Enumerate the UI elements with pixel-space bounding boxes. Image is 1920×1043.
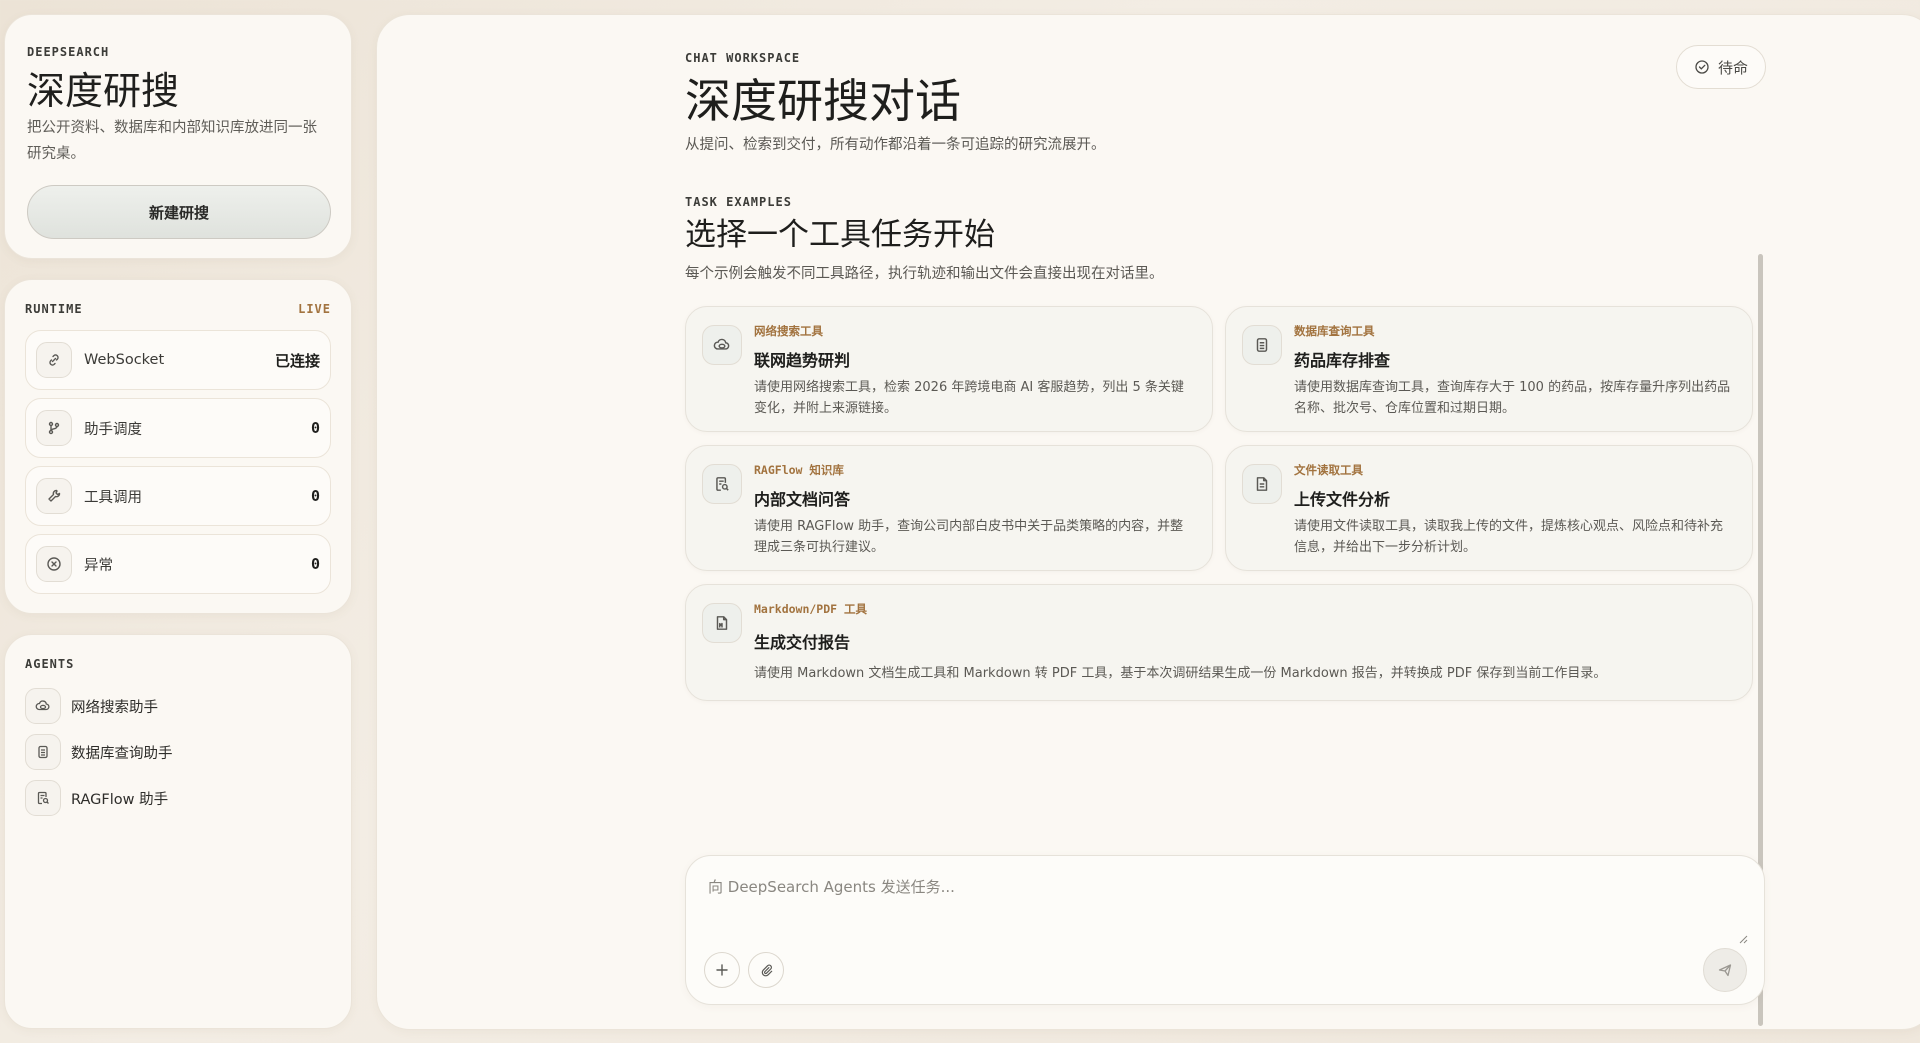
database-icon [1242,325,1282,365]
task-name: 生成交付报告 [754,633,851,652]
attach-button[interactable] [748,952,784,988]
error-circle-icon [36,546,72,582]
stat-label: 助手调度 [84,421,142,438]
agent-ragflow[interactable]: RAGFlow 助手 [25,775,331,821]
tasks-eyebrow: TASK EXAMPLES [685,195,792,209]
agent-label: RAGFlow 助手 [71,791,169,808]
agent-label: 网络搜索助手 [71,699,158,716]
task-name: 联网趋势研判 [754,351,851,370]
task-description: 请使用数据库查询工具，查询库存大于 100 的药品，按库存量升序列出药品名称、批… [1294,380,1731,416]
task-description: 请使用文件读取工具，读取我上传的文件，提炼核心观点、风险点和待补充信息，并给出下… [1294,519,1724,555]
resize-handle-icon[interactable] [1738,934,1748,944]
task-tool-label: 网络搜索工具 [754,324,823,338]
link-icon [36,342,72,378]
stat-value: 0 [310,419,320,437]
tasks-subtitle: 每个示例会触发不同工具路径，执行轨迹和输出文件会直接出现在对话里。 [685,266,1164,282]
workspace-eyebrow: CHAT WORKSPACE [685,51,801,65]
stat-label: 异常 [84,557,113,574]
stat-label: WebSocket [84,352,165,368]
task-description: 请使用 Markdown 文档生成工具和 Markdown 转 PDF 工具，基… [754,666,1607,681]
task-name: 药品库存排查 [1294,351,1391,370]
brand-panel: DEEPSEARCH 深度研搜 把公开资料、数据库和内部知识库放进同一张研究桌。… [4,14,352,259]
stat-value: 0 [310,487,320,505]
check-circle-icon [1695,60,1709,74]
file-text-icon [1242,464,1282,504]
runtime-panel: RUNTIME LIVE WebSocket 已连接 助手调度 0 工具调用 0… [4,279,352,614]
database-icon [25,734,61,770]
new-search-button[interactable]: 新建研搜 [27,185,331,239]
task-description: 请使用网络搜索工具，检索 2026 年跨境电商 AI 客服趋势，列出 5 条关键… [754,380,1184,416]
brand-eyebrow: DEEPSEARCH [27,45,110,59]
document-search-icon [25,780,61,816]
task-name: 内部文档问答 [754,490,851,509]
task-card-internal-docs[interactable]: RAGFlow 知识库 内部文档问答 请使用 RAGFlow 助手，查询公司内部… [685,445,1213,571]
agent-web-search[interactable]: 网络搜索助手 [25,683,331,729]
workspace-title: 深度研搜对话 [685,74,961,128]
runtime-eyebrow: RUNTIME [25,302,83,316]
task-tool-label: RAGFlow 知识库 [754,463,844,477]
workspace-subtitle: 从提问、检索到交付，所有动作都沿着一条可追踪的研究流展开。 [685,137,1106,153]
stat-value: 已连接 [274,351,320,370]
task-description: 请使用 RAGFlow 助手，查询公司内部白皮书中关于品类策略的内容，并整理成三… [754,519,1184,555]
stat-value: 0 [310,555,320,573]
tasks-title: 选择一个工具任务开始 [685,217,995,253]
task-card-inventory[interactable]: 数据库查询工具 药品库存排查 请使用数据库查询工具，查询库存大于 100 的药品… [1225,306,1753,432]
stat-websocket: WebSocket 已连接 [25,330,331,390]
task-card-file-analysis[interactable]: 文件读取工具 上传文件分析 请使用文件读取工具，读取我上传的文件，提炼核心观点、… [1225,445,1753,571]
stat-label: 工具调用 [84,489,142,506]
paperclip-icon [761,964,772,976]
send-button[interactable] [1703,948,1747,992]
message-composer [685,855,1765,1005]
cloud-globe-icon [25,688,61,724]
add-button[interactable] [704,952,740,988]
live-badge: LIVE [298,302,331,316]
task-tool-label: 数据库查询工具 [1294,324,1375,338]
plus-icon [716,964,728,976]
task-tool-label: Markdown/PDF 工具 [754,602,868,616]
agent-database[interactable]: 数据库查询助手 [25,729,331,775]
document-search-icon [702,464,742,504]
agents-eyebrow: AGENTS [25,657,75,671]
task-tool-label: 文件读取工具 [1294,463,1363,477]
status-pill[interactable]: 待命 [1676,45,1766,89]
message-input[interactable] [708,876,1738,946]
stat-tool-calls: 工具调用 0 [25,466,331,526]
markdown-file-icon [702,603,742,643]
status-text: 待命 [1717,58,1748,77]
agents-panel: AGENTS 网络搜索助手 数据库查询助手 RAGFlow 助手 [4,634,352,1029]
task-name: 上传文件分析 [1294,490,1391,509]
send-icon [1718,964,1732,977]
stat-dispatch: 助手调度 0 [25,398,331,458]
brand-title: 深度研搜 [27,69,180,113]
task-card-web-trends[interactable]: 网络搜索工具 联网趋势研判 请使用网络搜索工具，检索 2026 年跨境电商 AI… [685,306,1213,432]
task-card-report[interactable]: Markdown/PDF 工具 生成交付报告 请使用 Markdown 文档生成… [685,584,1753,701]
brand-description: 把公开资料、数据库和内部知识库放进同一张研究桌。 [27,120,317,162]
stat-errors: 异常 0 [25,534,331,594]
branch-icon [36,410,72,446]
agent-label: 数据库查询助手 [71,745,173,762]
wrench-icon [36,478,72,514]
cloud-globe-icon [702,325,742,365]
